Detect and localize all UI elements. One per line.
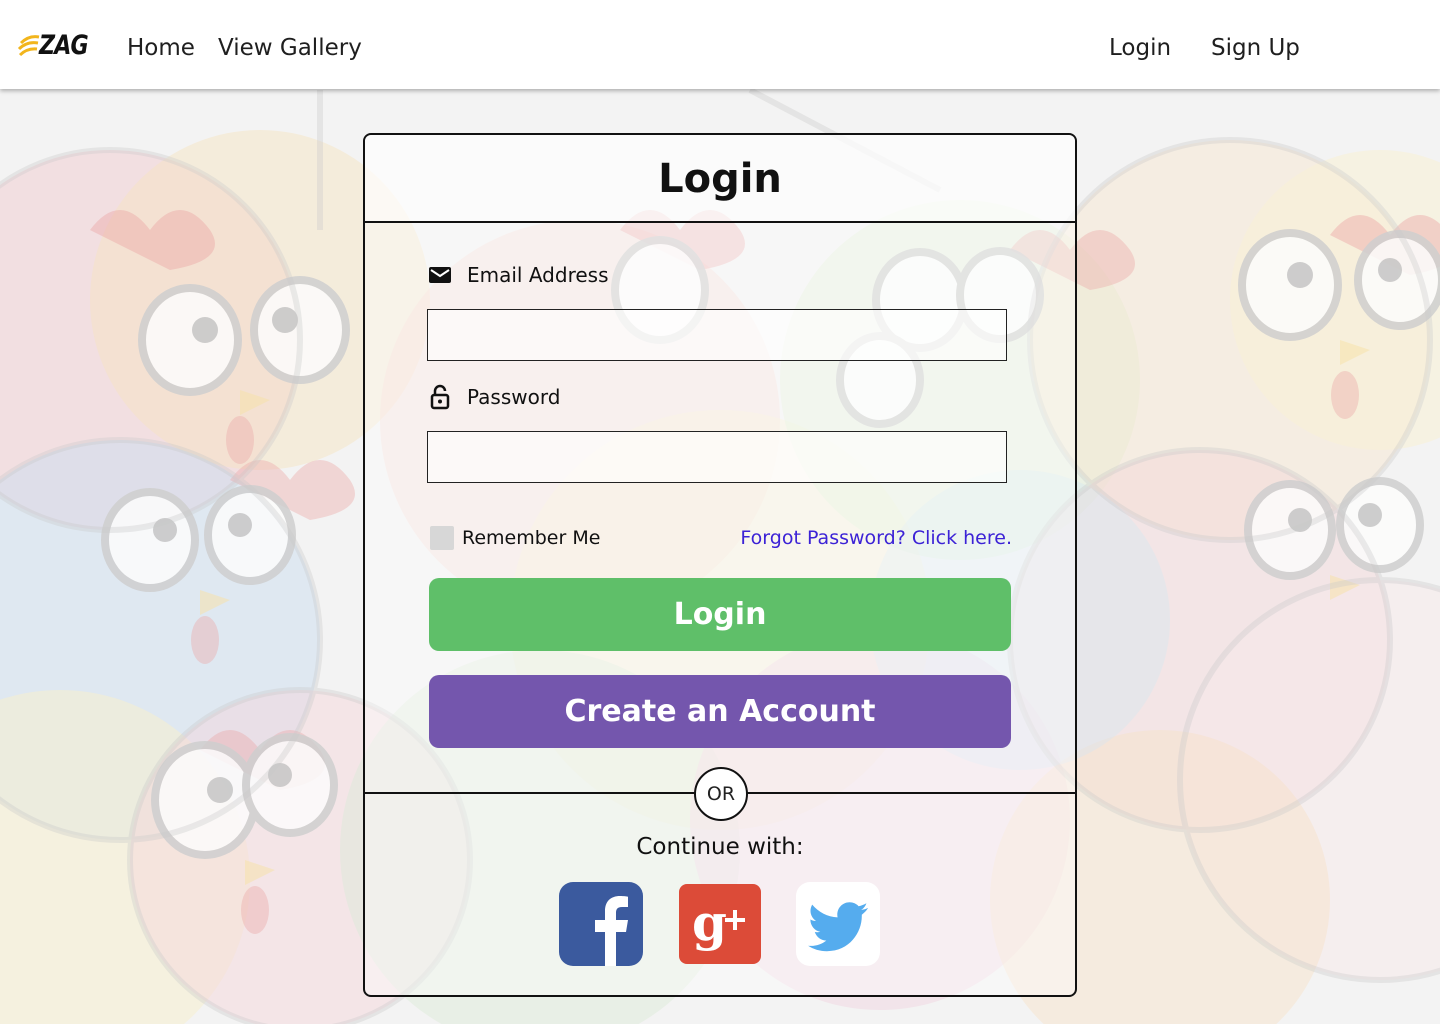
- nav-login-link[interactable]: Login: [1109, 31, 1171, 65]
- lock-icon: [428, 384, 454, 410]
- google-plus-button[interactable]: g: [679, 884, 761, 964]
- nav-view-gallery-link[interactable]: View Gallery: [218, 31, 362, 65]
- create-account-button[interactable]: Create an Account: [429, 675, 1011, 748]
- remember-me[interactable]: Remember Me: [430, 524, 600, 552]
- card-header: Login: [365, 135, 1075, 223]
- login-button[interactable]: Login: [429, 578, 1011, 651]
- nav-home-link[interactable]: Home: [127, 31, 195, 65]
- google-plus-icon: g: [692, 893, 745, 952]
- password-label: Password: [467, 385, 561, 409]
- remember-me-label: Remember Me: [462, 527, 601, 549]
- email-label: Email Address: [467, 263, 609, 287]
- email-label-row: Email Address: [428, 260, 609, 290]
- remember-me-checkbox[interactable]: [430, 526, 454, 550]
- or-badge: OR: [694, 767, 748, 821]
- password-label-row: Password: [428, 382, 560, 412]
- facebook-icon: [595, 896, 628, 966]
- svg-text:g: g: [692, 893, 727, 952]
- facebook-button[interactable]: [559, 882, 643, 966]
- envelope-icon: [428, 262, 454, 288]
- continue-with-label: Continue with:: [636, 834, 804, 860]
- login-card: Login Email Address Password Remember Me…: [363, 133, 1077, 997]
- password-field[interactable]: [427, 431, 1007, 483]
- card-title: Login: [658, 156, 782, 202]
- logo-text: ZAG: [39, 30, 89, 61]
- email-field[interactable]: [427, 309, 1007, 361]
- zag-logo[interactable]: ZAG: [17, 30, 89, 63]
- twitter-icon: [808, 902, 868, 952]
- top-navbar: ZAG Home View Gallery Login Sign Up: [0, 0, 1440, 89]
- nav-sign-up-link[interactable]: Sign Up: [1211, 31, 1300, 65]
- forgot-password-link[interactable]: Forgot Password? Click here.: [740, 525, 1012, 551]
- twitter-button[interactable]: [796, 882, 880, 966]
